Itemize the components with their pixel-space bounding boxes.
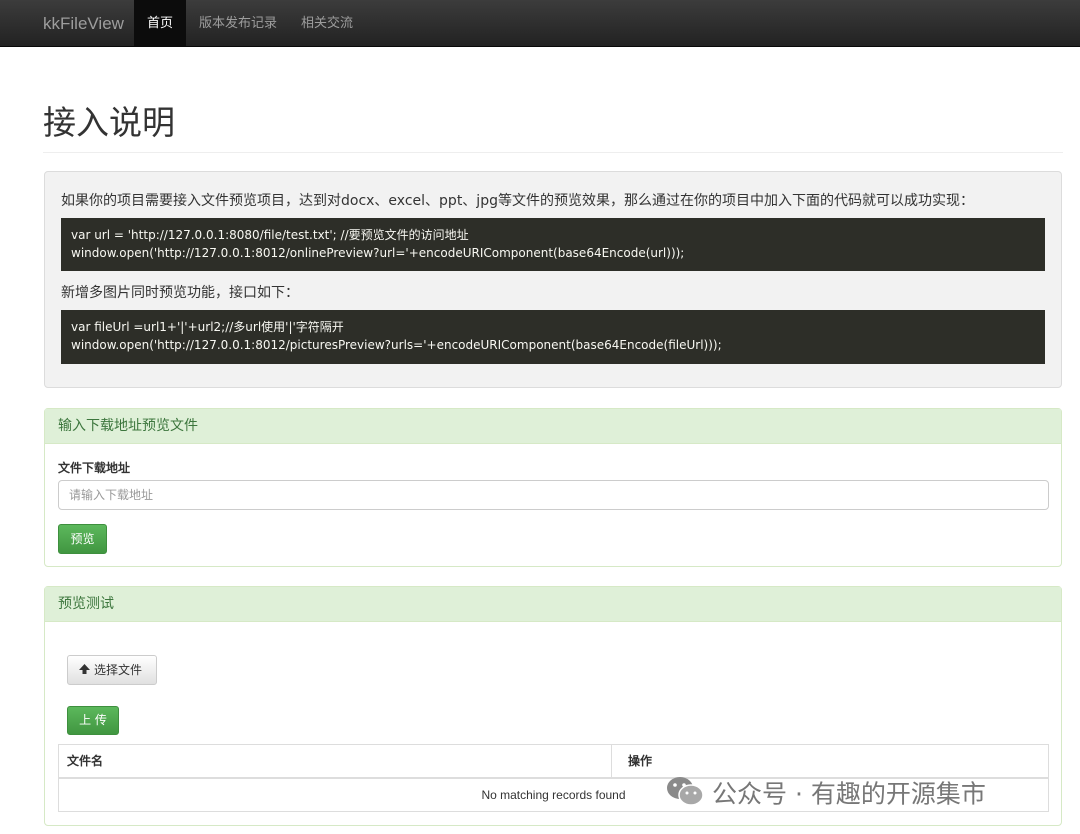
wechat-icon: [666, 776, 704, 815]
column-actions[interactable]: 操作: [620, 745, 652, 777]
code-line: var fileUrl =url1+'|'+url2;//多url使用'|'字符…: [71, 320, 344, 334]
brand-logo[interactable]: kkFileView: [43, 14, 124, 34]
multi-image-text: 新增多图片同时预览功能，接口如下：: [61, 285, 299, 301]
upload-cloud-icon: [78, 657, 91, 685]
code-block-multi-preview: var fileUrl =url1+'|'+url2;//多url使用'|'字符…: [61, 310, 1045, 364]
panel-heading: 输入下载地址预览文件: [45, 409, 1061, 444]
top-navbar: kkFileView 首页 版本发布记录 相关交流: [0, 0, 1080, 47]
download-url-input[interactable]: 请输入下载地址: [58, 480, 1049, 510]
page-title: 接入说明: [43, 103, 175, 142]
intro-text: 如果你的项目需要接入文件预览项目，达到对docx、excel、ppt、jpg等文…: [61, 193, 974, 209]
code-block-single-preview: var url = 'http://127.0.0.1:8080/file/te…: [61, 218, 1045, 271]
title-divider: [43, 152, 1063, 153]
choose-file-label: 选择文件: [94, 663, 143, 677]
panel-heading: 预览测试: [45, 587, 1061, 622]
nav-item-home[interactable]: 首页: [134, 0, 187, 46]
file-url-label: 文件下载地址: [58, 461, 131, 475]
download-url-panel: 输入下载地址预览文件 文件下载地址 请输入下载地址 预览: [44, 408, 1062, 567]
preview-button[interactable]: 预览: [58, 524, 107, 554]
upload-button[interactable]: 上 传: [67, 706, 119, 735]
watermark-text: 公众号 · 有趣的开源集市: [712, 779, 986, 809]
table-header: 文件名 操作: [59, 745, 1048, 779]
intro-well: 如果你的项目需要接入文件预览项目，达到对docx、excel、ppt、jpg等文…: [44, 171, 1062, 388]
code-line: window.open('http://127.0.0.1:8012/pictu…: [71, 338, 722, 352]
nav-item-community[interactable]: 相关交流: [288, 0, 366, 46]
nav-item-release-notes[interactable]: 版本发布记录: [186, 0, 290, 46]
column-filename[interactable]: 文件名: [59, 745, 612, 777]
code-line: window.open('http://127.0.0.1:8012/onlin…: [71, 246, 685, 260]
code-line: var url = 'http://127.0.0.1:8080/file/te…: [71, 228, 469, 242]
choose-file-button[interactable]: 选择文件: [67, 655, 157, 685]
watermark: 公众号 · 有趣的开源集市: [666, 776, 986, 810]
